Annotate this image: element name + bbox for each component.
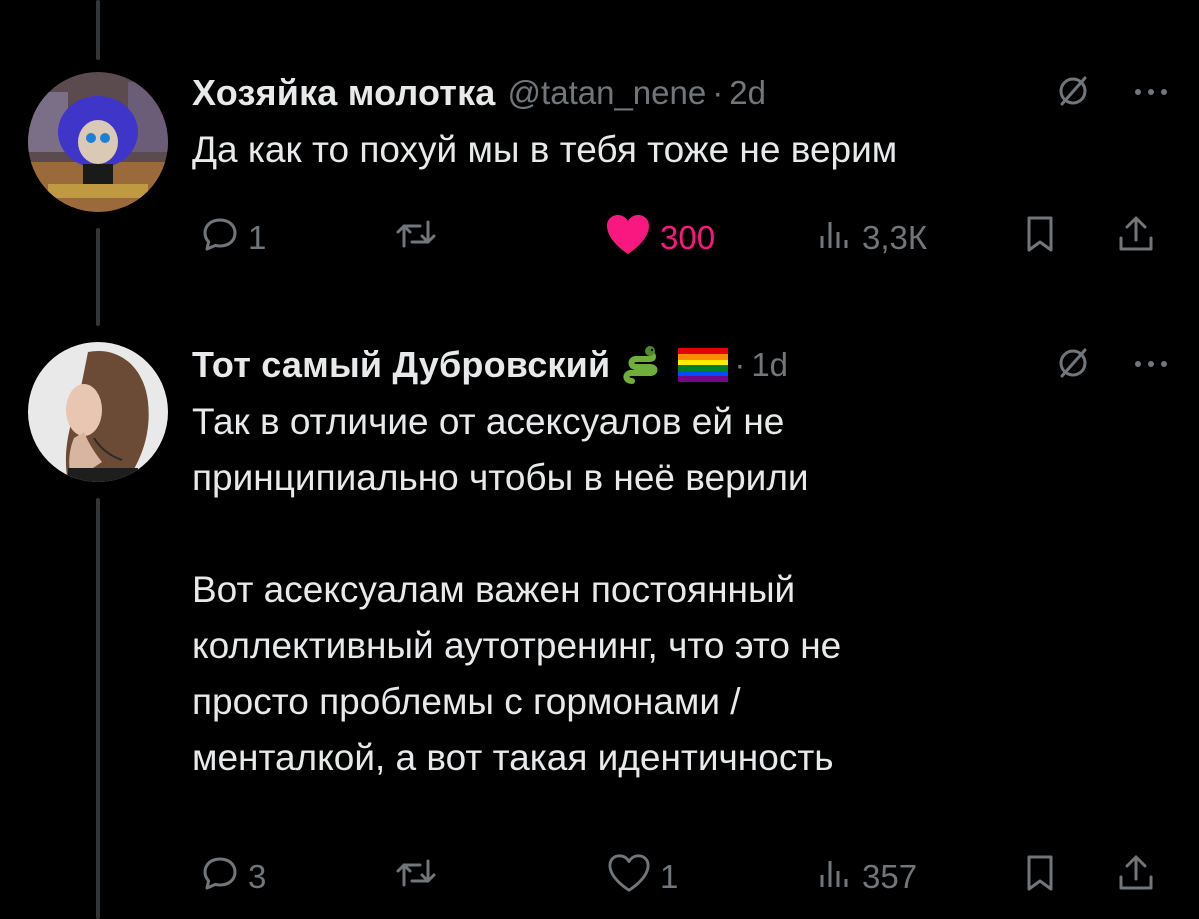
reply-icon	[200, 853, 240, 901]
thread-line-top	[96, 0, 100, 60]
reply-count: 3	[248, 858, 267, 895]
share-icon	[1116, 853, 1156, 901]
views-button[interactable]: 3,3К	[814, 214, 927, 262]
like-count: 300	[660, 219, 716, 256]
snake-emoji	[622, 345, 666, 385]
views-button[interactable]: 357	[814, 853, 917, 901]
avatar[interactable]	[28, 342, 168, 482]
tweet-actions: 1 300 3,3К	[192, 208, 1179, 268]
display-name[interactable]: Хозяйка молотка	[192, 72, 496, 114]
views-icon	[814, 214, 854, 262]
reply-button[interactable]: 1	[200, 214, 266, 262]
reply-count: 1	[248, 219, 267, 256]
thread-line-middle	[96, 228, 100, 326]
timestamp[interactable]: 1d	[751, 346, 788, 384]
separator-dot: ·	[734, 346, 746, 383]
view-count: 357	[862, 858, 918, 895]
more-icon[interactable]	[1133, 84, 1169, 102]
retweet-icon	[394, 853, 438, 901]
bookmark-icon	[1022, 853, 1058, 901]
heart-filled-icon	[604, 212, 652, 264]
view-count: 3,3К	[862, 219, 928, 256]
timestamp[interactable]: 2d	[729, 74, 766, 112]
reply-button[interactable]: 3	[200, 853, 266, 901]
like-count: 1	[660, 858, 679, 895]
tweet-text: Да как то похуй мы в тебя тоже не верим	[192, 129, 898, 170]
share-button[interactable]	[1116, 214, 1156, 262]
tweet-header: Хозяйка молотка @tatan_nene · 2d	[192, 68, 1179, 118]
username[interactable]: @tatan_nene	[508, 74, 707, 112]
bookmark-button[interactable]	[1022, 214, 1058, 262]
like-button[interactable]: 300	[604, 212, 715, 264]
retweet-icon	[394, 214, 438, 262]
retweet-button[interactable]	[394, 214, 438, 262]
tweet[interactable]: Тот самый Дубровский · 1d Так в отличие …	[192, 340, 1179, 786]
rainbow-flag-emoji	[678, 348, 729, 382]
bookmark-icon	[1022, 214, 1058, 262]
tweet-text: Так в отличие от асексуалов ей не принци…	[192, 401, 842, 778]
grok-icon[interactable]	[1055, 345, 1091, 386]
avatar[interactable]	[28, 72, 168, 212]
tweet-header: Тот самый Дубровский · 1d	[192, 340, 1179, 390]
separator-dot: ·	[712, 74, 724, 111]
display-name[interactable]: Тот самый Дубровский	[192, 344, 610, 386]
views-icon	[814, 853, 854, 901]
retweet-button[interactable]	[394, 853, 438, 901]
share-icon	[1116, 214, 1156, 262]
tweet-actions: 3 1 357	[192, 847, 1179, 907]
share-button[interactable]	[1116, 853, 1156, 901]
bookmark-button[interactable]	[1022, 853, 1058, 901]
reply-icon	[200, 214, 240, 262]
tweet[interactable]: Хозяйка молотка @tatan_nene · 2d Да как …	[192, 68, 1179, 178]
grok-icon[interactable]	[1055, 73, 1091, 114]
thread-line-bottom	[96, 498, 100, 919]
heart-icon	[606, 852, 652, 902]
more-icon[interactable]	[1133, 356, 1169, 374]
like-button[interactable]: 1	[606, 852, 678, 902]
